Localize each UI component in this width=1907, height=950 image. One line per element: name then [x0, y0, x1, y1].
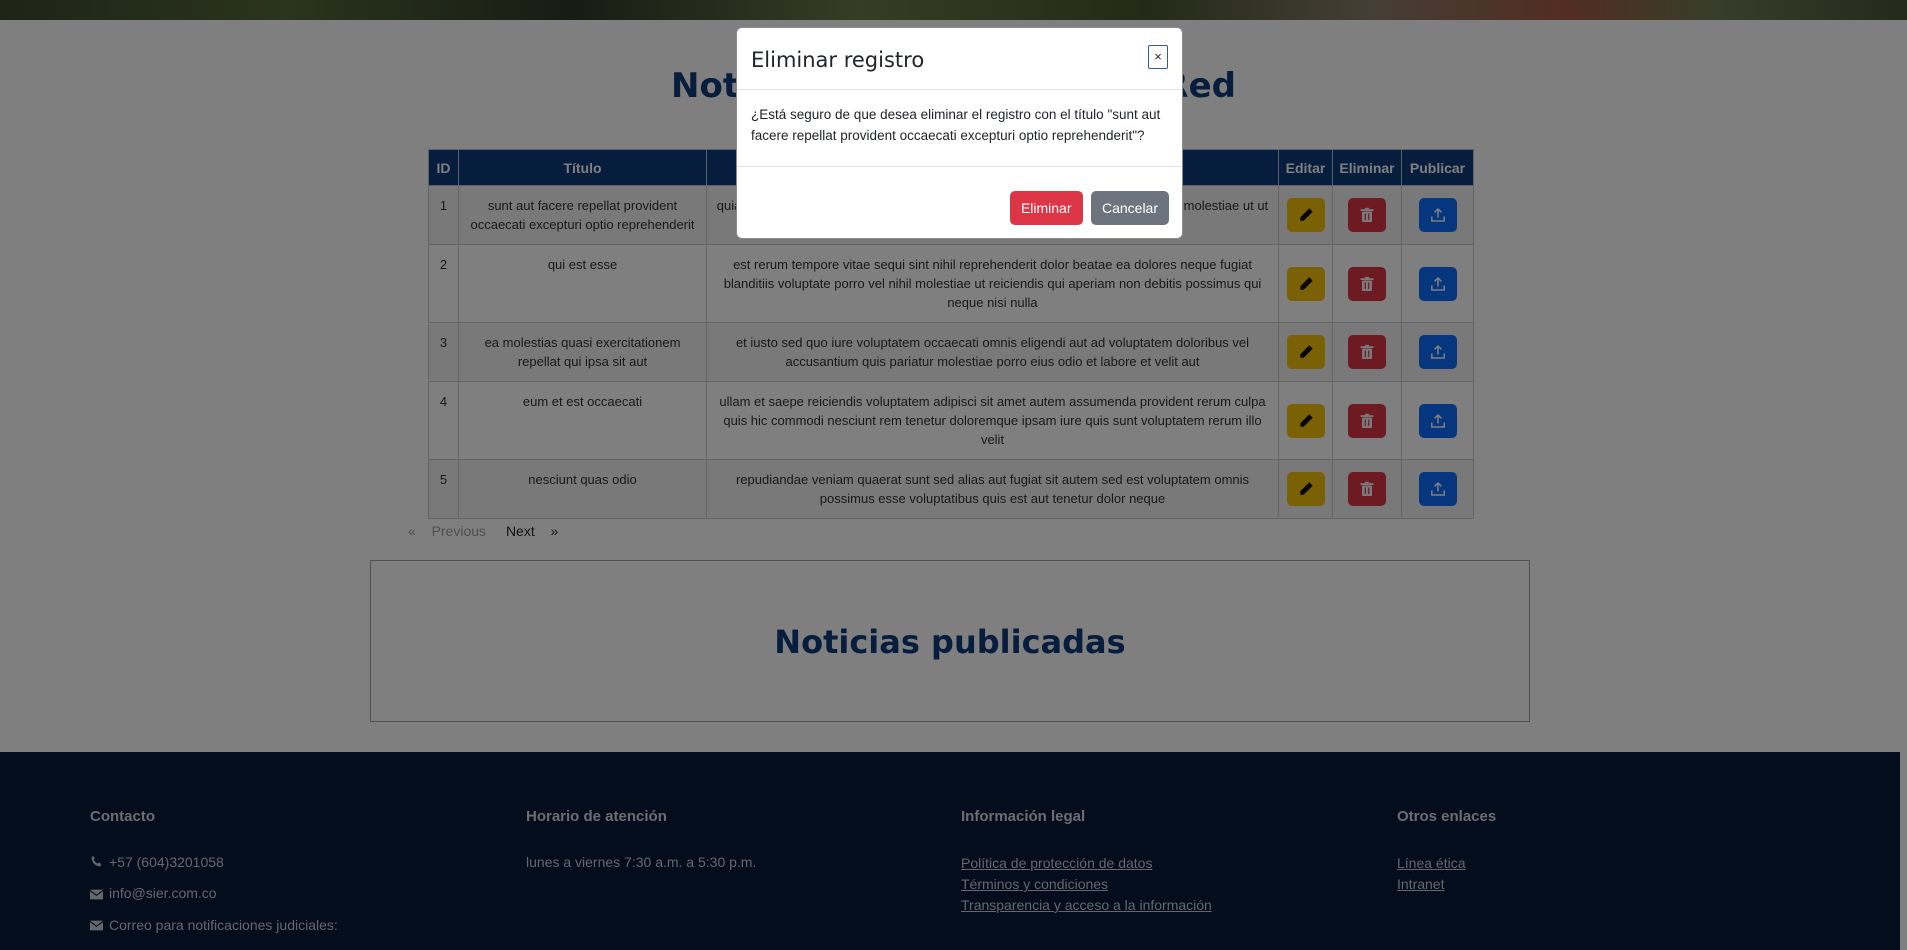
modal-header: Eliminar registro ×	[737, 28, 1182, 90]
modal-message: ¿Está seguro de que desea eliminar el re…	[737, 90, 1182, 167]
confirm-delete-button[interactable]: Eliminar	[1009, 191, 1083, 225]
delete-confirm-modal: Eliminar registro × ¿Está seguro de que …	[736, 27, 1183, 239]
modal-footer: Eliminar Cancelar	[1006, 191, 1169, 225]
cancel-button[interactable]: Cancelar	[1090, 191, 1169, 225]
modal-close-button[interactable]: ×	[1148, 45, 1168, 69]
modal-title: Eliminar registro	[751, 48, 925, 72]
